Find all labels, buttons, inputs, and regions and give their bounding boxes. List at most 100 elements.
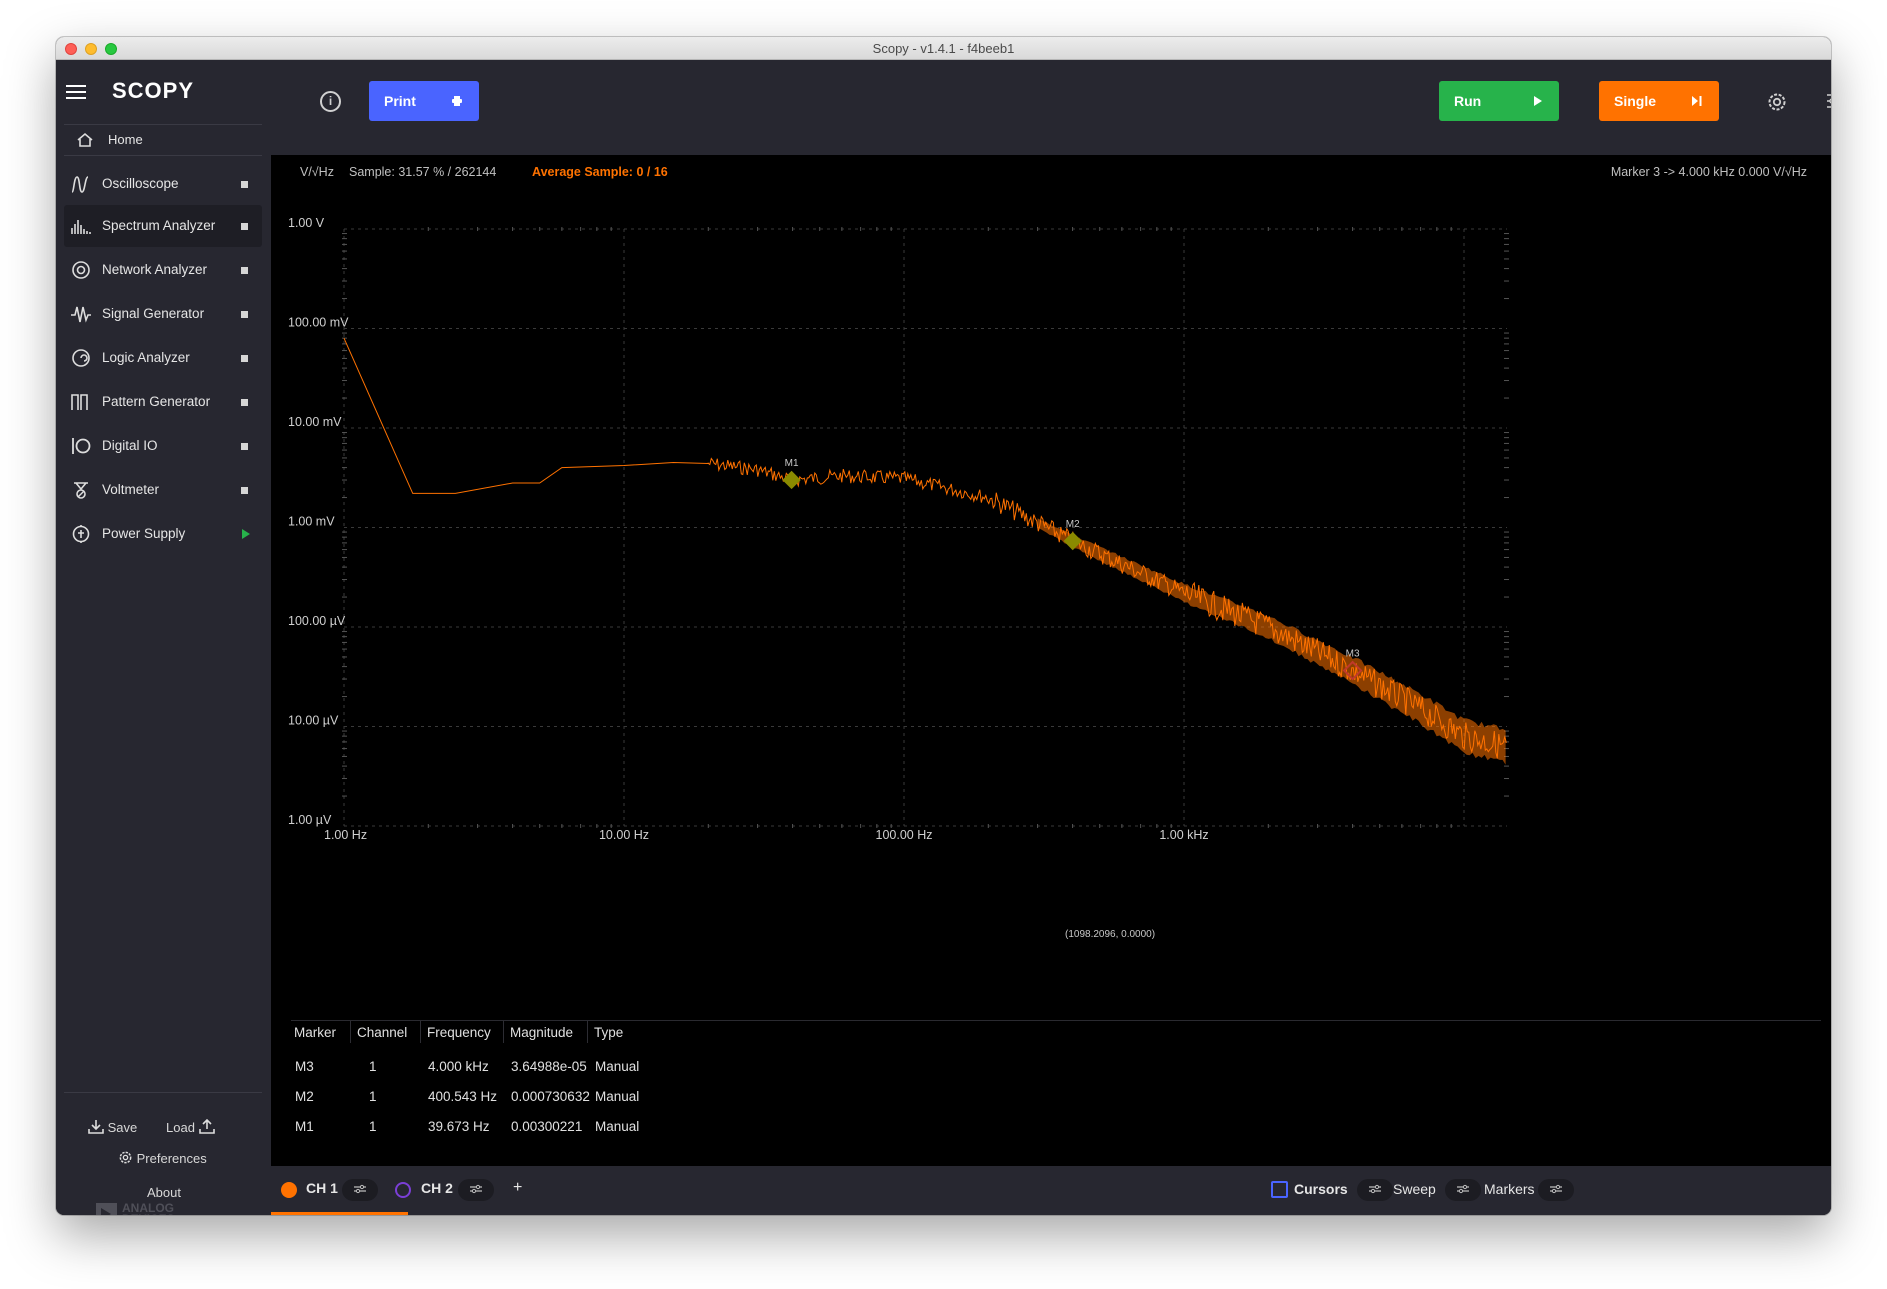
cursors-checkbox[interactable] [1271, 1181, 1288, 1198]
sidebar-divider [64, 1092, 262, 1093]
home-label: Home [108, 132, 143, 147]
ch2-color-ring [395, 1182, 411, 1198]
cell-magnitude: 0.00300221 [511, 1119, 583, 1134]
sidebar-item-power-supply[interactable]: Power Supply [64, 513, 262, 555]
header-marker: Marker [294, 1025, 337, 1040]
save-button[interactable]: Save [88, 1119, 137, 1135]
sweep-label[interactable]: Sweep [1393, 1181, 1436, 1197]
load-button[interactable]: Load [166, 1118, 215, 1135]
sidebar-item-pattern-generator[interactable]: Pattern Generator [64, 381, 262, 423]
status-square-icon [241, 181, 248, 188]
zoom-window-button[interactable] [105, 43, 117, 55]
sidebar-item-label: Voltmeter [102, 482, 160, 497]
cell-channel: 1 [369, 1119, 377, 1134]
close-window-button[interactable] [65, 43, 77, 55]
sidebar-item-label: Logic Analyzer [102, 350, 190, 365]
oscilloscope-icon [71, 176, 89, 193]
sidebar-item-logic-analyzer[interactable]: Logic Analyzer [64, 337, 262, 379]
cursors-label[interactable]: Cursors [1294, 1181, 1348, 1197]
ch1-trace [343, 337, 1507, 759]
channel-bar: CH 1 CH 2 + Cursors Sweep Markers [271, 1166, 1831, 1215]
run-button[interactable]: Run [1439, 81, 1559, 121]
marker-table: Marker Channel Frequency Magnitude Type … [291, 1020, 1821, 1141]
ch1-color-dot [281, 1182, 297, 1198]
save-label: Save [107, 1120, 138, 1135]
table-row[interactable]: M2 1 400.543 Hz 0.000730632 Manual [291, 1081, 1821, 1111]
status-square-icon [241, 487, 248, 494]
table-row[interactable]: M1 1 39.673 Hz 0.00300221 Manual [291, 1111, 1821, 1141]
cell-channel: 1 [369, 1089, 377, 1104]
sidebar-item-network-analyzer[interactable]: Network Analyzer [64, 249, 262, 291]
cursors-settings-button[interactable] [1357, 1179, 1393, 1201]
sweep-settings-button[interactable] [1445, 1179, 1481, 1201]
cell-channel: 1 [369, 1059, 377, 1074]
gear-icon [119, 1151, 132, 1164]
sliders-icon [1550, 1184, 1562, 1194]
cell-type: Manual [595, 1059, 640, 1074]
brand-text: ANALOG DEVICES [122, 1201, 175, 1215]
y-tick-label: 100.00 mV [288, 316, 349, 330]
sidebar-item-oscilloscope[interactable]: Oscilloscope [64, 163, 262, 205]
cell-frequency: 39.673 Hz [428, 1119, 490, 1134]
sidebar-item-digital-io[interactable]: Digital IO [64, 425, 262, 467]
y-tick-label: 1.00 V [288, 216, 325, 230]
settings-gear-icon[interactable] [1766, 91, 1788, 113]
network-icon [72, 261, 90, 279]
app-window: Scopy - v1.4.1 - f4beeb1 SCOPY Home Osci… [56, 37, 1831, 1215]
sidebar-item-signal-generator[interactable]: Signal Generator [64, 293, 262, 335]
step-icon [1692, 96, 1702, 106]
sidebar-item-label: Pattern Generator [102, 394, 211, 409]
sidebar-item-label: Network Analyzer [102, 262, 208, 277]
cell-frequency: 4.000 kHz [428, 1059, 489, 1074]
markers-settings-button[interactable] [1538, 1179, 1574, 1201]
single-button[interactable]: Single [1599, 81, 1719, 121]
cell-type: Manual [595, 1089, 640, 1104]
spectrum-chart[interactable]: 1.00 V 100.00 mV 10.00 mV 1.00 mV 100.00 µV 1… [271, 155, 1831, 1015]
sidebar-item-spectrum-analyzer[interactable]: Spectrum Analyzer [64, 205, 262, 247]
add-channel-button[interactable]: + [513, 1179, 522, 1197]
sliders-icon [1457, 1184, 1469, 1194]
logic-analyzer-icon [72, 349, 90, 367]
ch2-settings-button[interactable] [458, 1179, 494, 1201]
preferences-label: Preferences [136, 1151, 207, 1166]
sidebar-item-voltmeter[interactable]: Voltmeter [64, 469, 262, 511]
cell-frequency: 400.543 Hz [428, 1089, 498, 1104]
sliders-icon [1369, 1184, 1381, 1194]
status-square-icon [241, 443, 248, 450]
app-logo: SCOPY [112, 78, 195, 103]
ch1-settings-button[interactable] [342, 1179, 378, 1201]
sliders-icon [470, 1184, 482, 1194]
ch2-label: CH 2 [421, 1180, 453, 1196]
preferences-button[interactable]: Preferences [118, 1150, 207, 1166]
upload-icon [198, 1118, 215, 1134]
sidebar-item-label: Digital IO [102, 438, 158, 453]
markers-label[interactable]: Markers [1484, 1181, 1535, 1197]
general-settings-icon[interactable] [1826, 91, 1831, 111]
sidebar-item-label: Signal Generator [102, 306, 205, 321]
y-tick-label: 10.00 mV [288, 415, 342, 429]
voltmeter-icon [74, 482, 88, 499]
header-type: Type [594, 1025, 624, 1040]
power-supply-icon [72, 525, 90, 543]
sidebar-item-home[interactable]: Home [64, 124, 262, 156]
play-icon [242, 529, 250, 539]
minimize-window-button[interactable] [85, 43, 97, 55]
status-square-icon [241, 267, 248, 274]
cell-magnitude: 0.000730632 [511, 1089, 590, 1104]
ch1-label: CH 1 [306, 1180, 338, 1196]
x-tick-label: 100.00 Hz [876, 828, 933, 842]
x-axis-ticks: 1.00 Hz 10.00 Hz 100.00 Hz 1.00 kHz [324, 828, 1209, 842]
run-label: Run [1454, 93, 1482, 109]
y-tick-label: 10.00 µV [288, 714, 339, 728]
signal-generator-icon [71, 306, 91, 323]
markers-layer: M1 M2 M3 [782, 458, 1363, 681]
marker-label: M1 [785, 458, 799, 469]
info-icon[interactable]: i [320, 91, 341, 112]
cell-marker: M2 [295, 1089, 314, 1104]
about-button[interactable]: About [147, 1185, 181, 1200]
hamburger-menu-icon[interactable] [66, 85, 86, 99]
status-square-icon [241, 355, 248, 362]
print-button[interactable]: Print [369, 81, 479, 121]
table-row[interactable]: M3 1 4.000 kHz 3.64988e-05 Manual [291, 1051, 1821, 1081]
title-bar: Scopy - v1.4.1 - f4beeb1 [56, 37, 1831, 60]
